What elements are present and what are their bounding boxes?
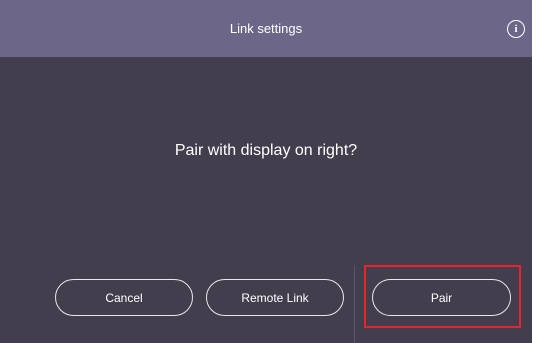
cancel-button[interactable]: Cancel	[55, 279, 193, 316]
info-icon[interactable]: i	[507, 20, 525, 38]
title-bar: Link settings i	[0, 0, 532, 57]
remote-link-button[interactable]: Remote Link	[206, 279, 344, 316]
pair-highlight-box	[364, 265, 521, 328]
dialog-title: Link settings	[229, 21, 303, 36]
button-divider	[354, 265, 355, 343]
pair-prompt-message: Pair with display on right?	[174, 142, 358, 159]
